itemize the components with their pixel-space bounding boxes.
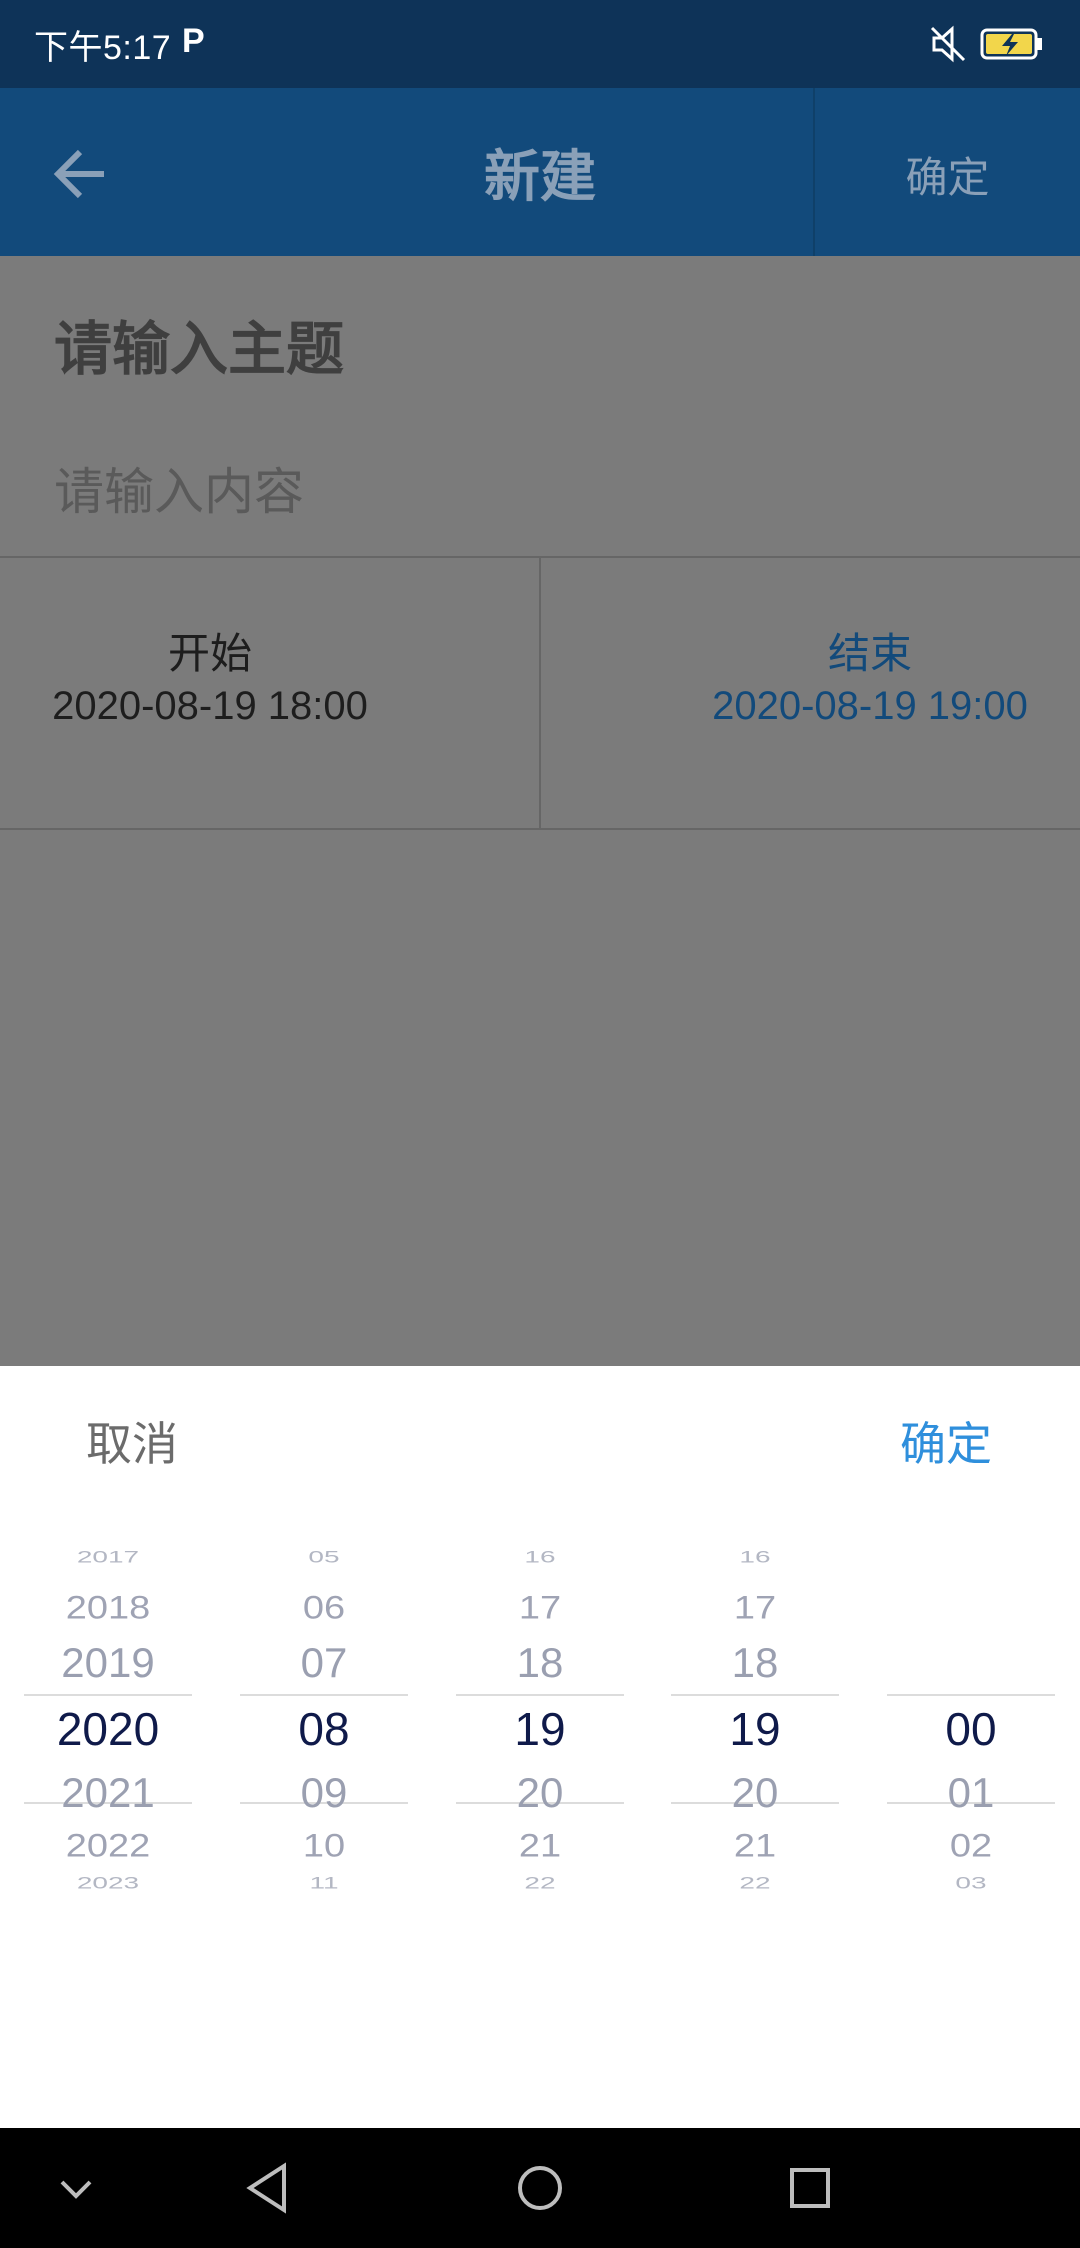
battery-charging-icon — [980, 28, 1042, 60]
subject-input[interactable]: 请输入主题 — [54, 302, 344, 386]
divider — [539, 558, 541, 830]
picker-column-day[interactable]: 16 17 18 19 20 21 22 — [456, 1548, 624, 2066]
parking-p-icon: P — [182, 22, 205, 60]
picker-item[interactable]: 2017 — [24, 1548, 192, 1567]
navigation-bar — [0, 2128, 1080, 2248]
picker-item[interactable]: 18 — [456, 1639, 624, 1687]
picker-item[interactable]: 2019 — [24, 1639, 192, 1687]
picker-item[interactable]: 2018 — [24, 1590, 192, 1627]
picker-item[interactable]: 09 — [240, 1769, 408, 1817]
datetime-picker-sheet: 取消 确定 2017 2018 2019 2020 2021 2022 2023 05 06 07… — [0, 1366, 1080, 2128]
recents-nav-icon[interactable] — [778, 2156, 842, 2220]
picker-item[interactable]: 05 — [240, 1548, 408, 1567]
picker-item[interactable]: 16 — [456, 1548, 624, 1567]
picker-item[interactable]: 06 — [240, 1590, 408, 1627]
picker-item[interactable]: 16 — [671, 1548, 839, 1567]
picker-item[interactable]: 17 — [456, 1590, 624, 1627]
picker-item[interactable]: 21 — [456, 1828, 624, 1865]
picker-item[interactable]: 21 — [671, 1828, 839, 1865]
start-label: 开始 — [167, 629, 252, 678]
picker-item[interactable]: 18 — [671, 1639, 839, 1687]
picker-column-month[interactable]: 05 06 07 08 09 10 11 — [240, 1548, 408, 2066]
picker-item[interactable]: 2023 — [24, 1874, 192, 1893]
divider — [0, 828, 1080, 830]
picker-column-year[interactable]: 2017 2018 2019 2020 2021 2022 2023 — [24, 1548, 192, 2066]
picker-selected-item[interactable]: 19 — [671, 1702, 839, 1756]
picker-item[interactable]: 10 — [240, 1828, 408, 1865]
end-value: 2020-08-19 19:00 — [712, 684, 1028, 728]
mute-icon — [930, 25, 966, 63]
picker-item[interactable]: 20 — [671, 1769, 839, 1817]
picker-item[interactable]: 20 — [456, 1769, 624, 1817]
selection-line — [456, 1694, 624, 1696]
picker-selected-item[interactable]: 00 — [887, 1702, 1055, 1756]
app-bar: 新建 确定 — [0, 88, 1080, 256]
picker-item[interactable]: 07 — [240, 1639, 408, 1687]
picker-item[interactable]: 22 — [671, 1874, 839, 1893]
picker-selected-item[interactable]: 2020 — [24, 1702, 192, 1756]
selection-line — [240, 1694, 408, 1696]
picker-item[interactable]: 22 — [456, 1874, 624, 1893]
confirm-button[interactable]: 确定 — [900, 1408, 992, 1474]
picker-item[interactable]: 17 — [671, 1590, 839, 1627]
picker-item[interactable]: 2022 — [24, 1828, 192, 1865]
picker-selected-item[interactable]: 19 — [456, 1702, 624, 1756]
selection-line — [671, 1694, 839, 1696]
home-nav-icon[interactable] — [508, 2156, 572, 2220]
status-bar: 下午5:17 P — [0, 0, 1080, 88]
picker-item[interactable]: 11 — [240, 1874, 408, 1893]
picker-column-minute[interactable]: 00 01 02 03 — [887, 1566, 1055, 2066]
selection-line — [887, 1694, 1055, 1696]
picker-item[interactable]: 03 — [887, 1874, 1055, 1893]
picker-item[interactable]: 02 — [887, 1828, 1055, 1865]
picker-selected-item[interactable]: 08 — [240, 1702, 408, 1756]
chevron-down-icon[interactable] — [44, 2156, 108, 2220]
cancel-button[interactable]: 取消 — [86, 1408, 178, 1474]
picker-column-hour[interactable]: 16 17 18 19 20 21 22 — [671, 1548, 839, 2066]
back-nav-icon[interactable] — [238, 2156, 302, 2220]
picker-item[interactable]: 01 — [887, 1769, 1055, 1817]
end-label: 结束 — [827, 629, 912, 678]
content-input[interactable]: 请输入内容 — [54, 452, 304, 524]
selection-line — [24, 1694, 192, 1696]
form-content: 请输入主题 请输入内容 开始 2020-08-19 18:00 结束 2020-… — [0, 256, 1080, 1366]
status-time: 下午5:17 — [34, 29, 172, 67]
start-value: 2020-08-19 18:00 — [52, 684, 368, 728]
appbar-confirm-button[interactable]: 确定 — [815, 144, 1080, 205]
picker-item[interactable]: 2021 — [24, 1769, 192, 1817]
